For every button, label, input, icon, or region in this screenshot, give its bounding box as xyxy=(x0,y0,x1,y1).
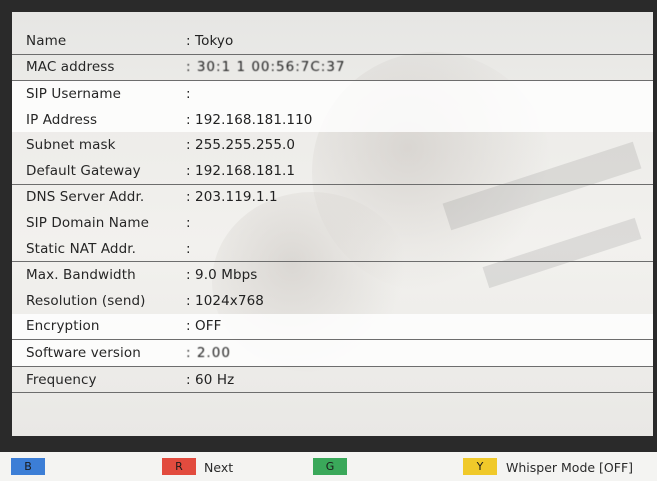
info-row-frequency: Frequency 60 Hz xyxy=(12,365,653,393)
row-label: Resolution (send) xyxy=(26,292,146,309)
row-label: SIP Domain Name xyxy=(26,214,149,231)
info-row-mac-address: MAC address 30:1 1 00:56:7C:37 xyxy=(12,53,653,81)
row-label: Software version xyxy=(26,344,141,361)
remote-key-guide: B R Next G Y Whisper Mode [OFF] xyxy=(0,452,657,481)
row-value: 192.168.181.110 xyxy=(186,112,653,128)
info-row-name: Name Tokyo xyxy=(12,28,653,54)
red-key-button[interactable]: R xyxy=(162,458,196,475)
row-value: 60 Hz xyxy=(186,372,653,388)
info-row-resolution-send: Resolution (send) 1024x768 xyxy=(12,288,653,314)
row-value: 1024x768 xyxy=(186,293,653,309)
info-row-max-bandwidth: Max. Bandwidth 9.0 Mbps xyxy=(12,261,653,288)
row-label: Subnet mask xyxy=(26,137,116,154)
row-label: Max. Bandwidth xyxy=(26,267,136,284)
row-label: IP Address xyxy=(26,111,98,128)
row-value xyxy=(186,215,653,231)
row-value: OFF xyxy=(186,318,653,334)
info-row-default-gateway: Default Gateway 192.168.181.1 xyxy=(12,158,653,184)
blue-key-button[interactable]: B xyxy=(11,458,45,475)
row-label: Frequency xyxy=(26,371,97,388)
row-value: 192.168.181.1 xyxy=(186,163,653,179)
info-row-software-version: Software version 2.00 xyxy=(12,339,653,366)
info-row-encryption: Encryption OFF xyxy=(12,313,653,340)
green-key-button[interactable]: G xyxy=(313,458,347,475)
row-label: Name xyxy=(26,32,67,49)
info-row-dns-server: DNS Server Addr. 203.119.1.1 xyxy=(12,183,653,211)
row-value: 203.119.1.1 xyxy=(186,189,653,205)
row-value: 255.255.255.0 xyxy=(186,137,653,153)
row-value: 9.0 Mbps xyxy=(186,267,653,283)
row-value xyxy=(186,241,653,257)
next-label: Next xyxy=(204,460,234,475)
row-label: MAC address xyxy=(26,59,115,76)
info-row-ip-address: IP Address 192.168.181.110 xyxy=(12,106,653,133)
info-row-subnet-mask: Subnet mask 255.255.255.0 xyxy=(12,132,653,158)
row-value: 30:1 1 00:56:7C:37 xyxy=(186,59,653,75)
row-label: Encryption xyxy=(26,318,100,335)
info-frame: Name Tokyo MAC address 30:1 1 00:56:7C:3… xyxy=(0,0,657,452)
info-panel: Name Tokyo MAC address 30:1 1 00:56:7C:3… xyxy=(12,12,653,436)
whisper-mode-label: Whisper Mode [OFF] xyxy=(506,460,634,475)
row-label: DNS Server Addr. xyxy=(26,189,145,206)
yellow-key-button[interactable]: Y xyxy=(463,458,497,475)
row-label: Static NAT Addr. xyxy=(26,240,137,257)
row-value xyxy=(186,86,653,102)
info-table: Name Tokyo MAC address 30:1 1 00:56:7C:3… xyxy=(12,12,653,403)
row-label: SIP Username xyxy=(26,85,122,102)
info-row-sip-username: SIP Username xyxy=(12,80,653,107)
system-info-screen: Name Tokyo MAC address 30:1 1 00:56:7C:3… xyxy=(0,0,657,481)
row-value: Tokyo xyxy=(186,33,653,49)
info-row-sip-domain-name: SIP Domain Name xyxy=(12,210,653,236)
row-label: Default Gateway xyxy=(26,162,141,179)
table-bottom-rule xyxy=(12,392,653,403)
row-value: 2.00 xyxy=(186,345,653,361)
info-row-static-nat: Static NAT Addr. xyxy=(12,236,653,262)
